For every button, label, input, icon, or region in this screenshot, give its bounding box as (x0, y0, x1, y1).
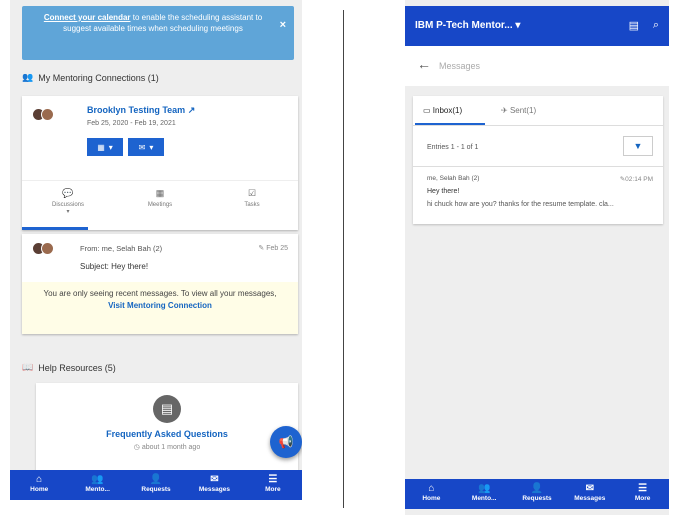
avatar (41, 108, 54, 121)
bottom-nav: ⌂ Home 👥 Mento... 👤 Requests ✉ Messages ☰ Mor… (10, 470, 302, 500)
recent-message-card[interactable]: From: me, Selah Bah (2) ✎ Feb 25 Subject… (22, 234, 298, 334)
menu-icon: ☰ (638, 483, 648, 494)
inbox-icon: ▭ (423, 106, 431, 115)
home-icon: ⌂ (428, 483, 435, 494)
calendar-icon: ▦ (97, 142, 105, 152)
message-from: From: me, Selah Bah (2) (80, 244, 163, 253)
active-tab-indicator (22, 227, 88, 230)
connections-title-label: My Mentoring Connections (1) (38, 72, 159, 83)
message-subject: Hey there! (427, 188, 460, 195)
bottom-nav: ⌂ Home 👥 Mento... 👤 Requests ✉ Messages ☰ Mor… (405, 479, 669, 509)
row-divider (413, 166, 663, 167)
chevron-down-icon: ▾ (66, 209, 70, 215)
nav-home[interactable]: ⌂ Home (10, 470, 68, 500)
chevron-down-icon: ▾ (515, 20, 521, 31)
add-user-icon: 👤 (149, 474, 163, 485)
message-tabs: ▭ Inbox(1) ✈ Sent(1) (413, 96, 663, 126)
nav-requests[interactable]: 👤 Requests (127, 470, 185, 500)
comments-icon: 💬 (62, 188, 74, 198)
book-icon[interactable]: ▤ (629, 19, 639, 32)
tab-tasks[interactable]: ☑ Tasks (206, 181, 298, 228)
tab-discussions[interactable]: 💬 Discussions ▾ (22, 181, 114, 228)
avatar (41, 242, 54, 255)
screenshot-divider (343, 10, 344, 508)
messages-panel: ▭ Inbox(1) ✈ Sent(1) Entries 1 - 1 of 1 … (413, 96, 663, 224)
team-dates: Feb 25, 2020 - Feb 19, 2021 (87, 120, 176, 127)
left-screen: Connect your calendar to enable the sche… (10, 0, 302, 500)
external-link-icon: ↗ (187, 105, 196, 115)
tab-sent[interactable]: ✈ Sent(1) (501, 106, 536, 115)
nav-messages[interactable]: ✉ Messages (185, 470, 243, 500)
mail-dropdown-button[interactable]: ✉ ▾ (128, 138, 164, 156)
message-subject: Subject: Hey there! (80, 262, 149, 271)
envelope-icon: ✉ (585, 483, 594, 494)
connection-card: Brooklyn Testing Team ↗ Feb 25, 2020 - F… (22, 96, 298, 230)
megaphone-icon: 📢 (278, 435, 294, 449)
message-from: me, Selah Bah (2) (427, 175, 480, 182)
page-title: Messages (439, 61, 481, 71)
menu-icon: ☰ (268, 474, 278, 485)
message-preview: hi chuck how are you? thanks for the res… (427, 201, 614, 208)
chevron-down-icon: ▾ (149, 142, 154, 152)
nav-messages[interactable]: ✉ Messages (563, 479, 616, 509)
tasks-icon: ☑ (247, 188, 257, 198)
message-date: ✎ Feb 25 (258, 245, 288, 252)
calendar-alert: Connect your calendar to enable the sche… (22, 6, 294, 60)
messages-subheader: ← Messages (405, 46, 669, 86)
announcement-fab[interactable]: 📢 (270, 426, 302, 458)
send-icon: ✈ (501, 106, 508, 115)
program-selector[interactable]: IBM P-Tech Mentor... ▾ (415, 20, 520, 31)
recent-messages-notice: You are only seeing recent messages. To … (22, 282, 298, 334)
help-title-label: Help Resources (5) (38, 362, 116, 373)
connect-calendar-link[interactable]: Connect your calendar (44, 13, 131, 22)
book-icon: ▤ (153, 395, 181, 423)
users-icon: 👥 (477, 483, 491, 494)
entries-count: Entries 1 - 1 of 1 (427, 144, 479, 151)
chevron-down-icon: ▾ (108, 142, 113, 152)
book-icon: 📖 (22, 362, 34, 372)
help-section-title: 📖 Help Resources (5) (22, 362, 116, 373)
attachment-icon: ✎ (258, 245, 265, 252)
nav-more[interactable]: ☰ More (244, 470, 302, 500)
faq-card[interactable]: ▤ Frequently Asked Questions ◷ about 1 m… (36, 383, 298, 475)
nav-mentoring[interactable]: 👥 Mento... (68, 470, 126, 500)
tab-inbox[interactable]: ▭ Inbox(1) (423, 106, 462, 115)
back-arrow-icon[interactable]: ← (417, 56, 431, 72)
add-user-icon: 👤 (530, 483, 544, 494)
users-icon: 👥 (91, 474, 104, 485)
message-time: ✎02:14 PM (619, 176, 653, 183)
visit-connection-link[interactable]: Visit Mentoring Connection (32, 300, 288, 311)
filter-icon: ▼ (633, 141, 643, 151)
team-name-link[interactable]: Brooklyn Testing Team ↗ (87, 105, 195, 116)
faq-title[interactable]: Frequently Asked Questions (36, 429, 298, 439)
search-icon[interactable]: ⌕ (653, 19, 659, 32)
calendar-icon: ▦ (155, 188, 165, 198)
nav-requests[interactable]: 👤 Requests (511, 479, 564, 509)
tab-meetings[interactable]: ▦ Meetings (114, 181, 206, 228)
right-screen: IBM P-Tech Mentor... ▾ ▤ ⌕ ← Messages ▭ … (405, 0, 669, 515)
nav-home[interactable]: ⌂ Home (405, 479, 458, 509)
avatar-group (32, 242, 54, 255)
faq-time: ◷ about 1 month ago (133, 444, 201, 451)
close-icon[interactable]: × (280, 20, 286, 31)
notice-text: You are only seeing recent messages. To … (43, 289, 277, 298)
clock-icon: ◷ (133, 444, 140, 451)
envelope-icon: ✉ (210, 474, 219, 485)
calendar-dropdown-button[interactable]: ▦ ▾ (87, 138, 123, 156)
envelope-icon: ✉ (138, 142, 146, 152)
avatar-group (32, 108, 54, 121)
connections-section-title: 👥 My Mentoring Connections (1) (22, 72, 159, 83)
filter-button[interactable]: ▼ (623, 136, 653, 156)
users-icon: 👥 (22, 72, 34, 82)
active-tab-indicator (415, 123, 485, 125)
nav-mentoring[interactable]: 👥 Mento... (458, 479, 511, 509)
nav-more[interactable]: ☰ More (616, 479, 669, 509)
connection-tabs: 💬 Discussions ▾ ▦ Meetings ☑ Tasks (22, 180, 298, 230)
home-icon: ⌂ (36, 474, 43, 485)
app-bar: IBM P-Tech Mentor... ▾ ▤ ⌕ (405, 6, 669, 46)
